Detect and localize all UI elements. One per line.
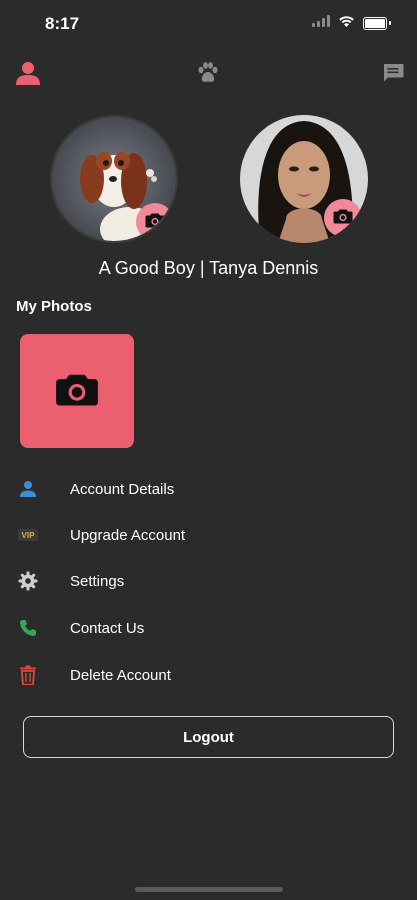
status-icons [312, 14, 391, 32]
profile-names: A Good Boy | Tanya Dennis [98, 258, 319, 278]
person-icon [15, 61, 41, 90]
status-time: 8:17 [45, 14, 80, 33]
top-nav [0, 58, 417, 92]
my-photos-title: My Photos [16, 298, 92, 315]
messages-tab-button[interactable] [376, 58, 410, 92]
menu-label: Settings [70, 572, 125, 590]
gear-icon [16, 569, 40, 593]
camera-icon [145, 212, 165, 233]
add-photo-button[interactable] [20, 334, 134, 448]
camera-icon [333, 208, 353, 229]
signal-icon [312, 14, 330, 32]
home-indicator [135, 887, 283, 892]
vip-icon: VIP [16, 523, 40, 547]
camera-icon [55, 371, 99, 412]
menu-label: Contact Us [70, 619, 145, 637]
phone-icon [16, 616, 40, 640]
vip-badge-text: VIP [22, 531, 36, 540]
pet-avatar[interactable] [50, 115, 178, 243]
menu-item-upgrade-account[interactable]: VIP Upgrade Account [0, 515, 417, 555]
menu-item-settings[interactable]: Settings [0, 561, 417, 601]
chat-icon [382, 63, 404, 88]
logout-button[interactable]: Logout [23, 716, 394, 758]
battery-icon [363, 16, 387, 30]
wifi-icon [338, 14, 355, 32]
status-bar: 8:17 [0, 0, 417, 48]
paw-icon [196, 61, 220, 89]
menu-label: Delete Account [70, 666, 171, 684]
pet-photo-camera-button[interactable] [136, 203, 174, 241]
menu-label: Account Details [70, 480, 175, 498]
menu-label: Upgrade Account [70, 526, 186, 544]
person-icon [16, 477, 40, 501]
menu-item-contact-us[interactable]: Contact Us [0, 608, 417, 648]
trash-icon [16, 663, 40, 687]
profile-tab-button[interactable] [11, 58, 45, 92]
menu-item-account-details[interactable]: Account Details [0, 469, 417, 509]
battery-tip [389, 21, 391, 25]
owner-avatar[interactable] [240, 115, 368, 243]
menu-item-delete-account[interactable]: Delete Account [0, 655, 417, 695]
owner-photo-camera-button[interactable] [324, 199, 362, 237]
paw-tab-button[interactable] [191, 58, 225, 92]
